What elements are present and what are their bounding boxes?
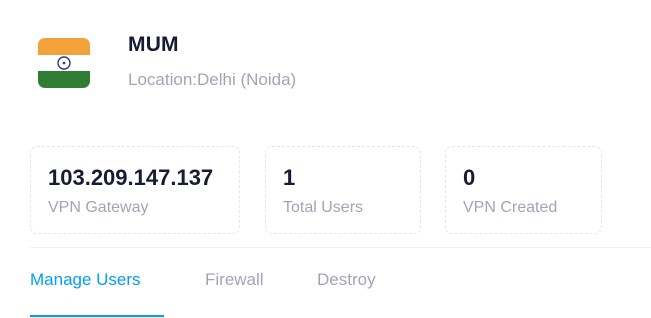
server-detail-page: MUM Location:Delhi (Noida) 103.209.147.1… bbox=[0, 0, 651, 318]
india-flag-icon bbox=[38, 38, 90, 88]
tab-firewall[interactable]: Firewall bbox=[205, 270, 264, 290]
vpn-gateway-value: 103.209.147.137 bbox=[48, 165, 214, 190]
vpn-gateway-label: VPN Gateway bbox=[48, 199, 149, 216]
server-location: Location:Delhi (Noida) bbox=[128, 70, 297, 89]
total-users-card: 1 Total Users bbox=[265, 146, 421, 234]
vpn-created-card: 0 VPN Created bbox=[445, 146, 602, 234]
server-name: MUM bbox=[128, 33, 179, 56]
vpn-created-label: VPN Created bbox=[463, 199, 558, 216]
tab-manage-users[interactable]: Manage Users bbox=[30, 270, 141, 290]
vpn-gateway-card: 103.209.147.137 VPN Gateway bbox=[30, 146, 240, 234]
tabs-divider bbox=[30, 247, 651, 248]
active-tab-indicator bbox=[30, 315, 164, 317]
total-users-value: 1 bbox=[283, 165, 296, 190]
total-users-label: Total Users bbox=[283, 199, 364, 216]
vpn-created-value: 0 bbox=[463, 165, 476, 190]
tab-destroy[interactable]: Destroy bbox=[317, 270, 376, 290]
